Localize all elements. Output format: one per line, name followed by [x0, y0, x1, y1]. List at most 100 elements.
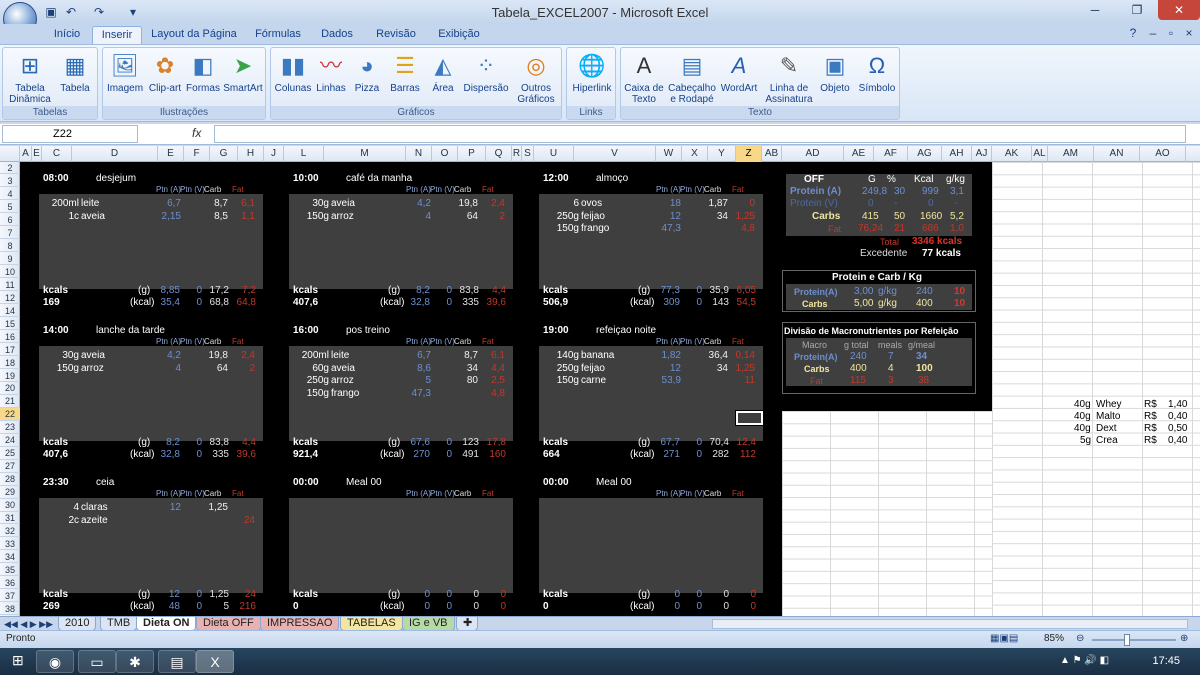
zoom-slider-thumb[interactable]	[1124, 634, 1130, 646]
col-header[interactable]: AJ	[972, 146, 992, 162]
area-button[interactable]: ◭ Área	[425, 52, 461, 94]
sheet-tab-active[interactable]: Dieta ON	[136, 617, 197, 631]
formula-input[interactable]	[214, 125, 1186, 143]
col-header[interactable]: Q	[486, 146, 512, 162]
row-header[interactable]: 27	[0, 460, 20, 473]
col-header[interactable]: U	[534, 146, 574, 162]
tab-dados[interactable]: Dados	[314, 26, 360, 44]
row-header[interactable]: 19	[0, 370, 20, 382]
meal-item-row[interactable]: 150g carne 53,9 11	[539, 375, 763, 387]
horizontal-scrollbar[interactable]	[712, 619, 1188, 629]
tabela-dinamica-button[interactable]: ⊞ Tabela Dinâmica	[7, 52, 53, 105]
zoom-level[interactable]: 85%	[1044, 633, 1064, 645]
empty-cells-area-lower[interactable]	[782, 411, 992, 616]
empty-cells-area[interactable]	[992, 162, 1200, 616]
col-header[interactable]: E	[158, 146, 184, 162]
row-header[interactable]: 25	[0, 447, 20, 460]
col-header[interactable]: L	[284, 146, 324, 162]
selected-cell[interactable]	[736, 411, 763, 425]
col-header[interactable]: AL	[1032, 146, 1048, 162]
col-header[interactable]: Y	[708, 146, 736, 162]
row-header[interactable]: 16	[0, 331, 20, 343]
col-header[interactable]: G	[210, 146, 238, 162]
barras-button[interactable]: ☰ Barras	[387, 52, 423, 94]
sheet-nav-icon[interactable]: ◀◀ ◀ ▶ ▶▶	[4, 618, 53, 630]
row-header[interactable]: 14	[0, 305, 20, 317]
row-header[interactable]: 28	[0, 473, 20, 486]
meal-item-row[interactable]: 250g arroz 5 80 2,5	[289, 375, 513, 387]
row-header[interactable]: 9	[0, 253, 20, 266]
col-header[interactable]: H	[238, 146, 264, 162]
zoom-in-icon[interactable]: ⊕	[1180, 633, 1188, 645]
col-header[interactable]: J	[264, 146, 284, 162]
col-header[interactable]: AB	[762, 146, 782, 162]
col-header[interactable]: E	[32, 146, 42, 162]
tab-exibicao[interactable]: Exibição	[432, 26, 486, 44]
row-header[interactable]: 38	[0, 603, 20, 616]
objeto-button[interactable]: ▣ Objeto	[817, 52, 853, 94]
row-header[interactable]: 23	[0, 421, 20, 434]
col-header[interactable]: X	[682, 146, 708, 162]
col-header[interactable]: P	[458, 146, 486, 162]
col-header[interactable]: AM	[1048, 146, 1094, 162]
row-header[interactable]: 32	[0, 525, 20, 538]
help-icon[interactable]: ?	[1126, 26, 1140, 40]
row-header[interactable]: 22	[0, 408, 20, 421]
col-header[interactable]: M	[324, 146, 406, 162]
meal-item-row[interactable]: 140g banana 1,82 36,4 0,14	[539, 350, 763, 362]
col-header[interactable]: AE	[844, 146, 874, 162]
colunas-button[interactable]: ▮▮ Colunas	[273, 52, 313, 94]
meal-item-row[interactable]: 30g aveia 4,2 19,8 2,4	[39, 350, 263, 362]
meal-item-row[interactable]: 150g frango 47,3 4,8	[539, 223, 763, 235]
meal-item-row[interactable]: 150g arroz 4 64 2	[39, 363, 263, 375]
row-header[interactable]: 15	[0, 318, 20, 330]
row-header[interactable]: 4	[0, 188, 20, 201]
tab-formulas[interactable]: Fórmulas	[248, 26, 308, 44]
row-header[interactable]: 29	[0, 486, 20, 499]
row-header[interactable]: 8	[0, 240, 20, 253]
col-header[interactable]: AK	[992, 146, 1032, 162]
col-header[interactable]: S	[522, 146, 534, 162]
sheet-tab[interactable]: TMB	[100, 617, 138, 631]
row-header[interactable]: 6	[0, 214, 20, 227]
row-header[interactable]: 10	[0, 266, 20, 279]
windows-start-icon[interactable]: ⊞	[12, 653, 24, 667]
col-header[interactable]: AH	[942, 146, 972, 162]
row-header[interactable]: 33	[0, 538, 20, 551]
linhas-button[interactable]: 〰 Linhas	[313, 52, 349, 94]
row-header[interactable]: 11	[0, 279, 20, 292]
imagem-button[interactable]: 🖼 Imagem	[105, 52, 145, 94]
minimize-ribbon-icon[interactable]: –	[1146, 26, 1160, 40]
sheet-tab[interactable]: 2010	[58, 617, 97, 631]
dispersao-button[interactable]: ⁘ Dispersão	[461, 52, 511, 94]
row-header[interactable]: 36	[0, 577, 20, 590]
meal-item-row[interactable]: 200ml leite 6,7 8,7 6,1	[289, 350, 513, 362]
row-header[interactable]: 35	[0, 564, 20, 577]
col-header[interactable]: AD	[782, 146, 844, 162]
row-header[interactable]: 12	[0, 292, 20, 304]
col-header[interactable]: AG	[908, 146, 942, 162]
row-header[interactable]: 2	[0, 162, 20, 175]
col-header[interactable]: N	[406, 146, 432, 162]
explorer-icon[interactable]: ▭	[78, 650, 116, 673]
col-header[interactable]: R	[512, 146, 522, 162]
sheet-tab[interactable]: Dieta OFF	[196, 617, 261, 631]
col-header[interactable]: AO	[1140, 146, 1186, 162]
row-header[interactable]: 24	[0, 434, 20, 447]
tray-icons[interactable]: ▲ ⚑ 🔊 ◧	[1060, 655, 1109, 667]
app-icon[interactable]: ✱	[116, 650, 154, 673]
fx-button[interactable]: fx	[192, 126, 201, 140]
col-header[interactable]: D	[72, 146, 158, 162]
meal-item-row[interactable]: 200ml leite 6,7 8,7 6,1	[39, 198, 263, 210]
col-header[interactable]: O	[432, 146, 458, 162]
firefox-icon[interactable]: ◉	[36, 650, 74, 673]
tab-inicio[interactable]: Início	[44, 26, 90, 44]
tabela-button[interactable]: ▦ Tabela	[55, 52, 95, 94]
row-header[interactable]: 7	[0, 227, 20, 240]
outros-graficos-button[interactable]: ◎ Outros Gráficos	[513, 52, 559, 105]
maximize-button[interactable]: ❐	[1116, 0, 1158, 20]
select-all[interactable]	[0, 146, 20, 162]
col-header[interactable]: F	[184, 146, 210, 162]
formas-button[interactable]: ◧ Formas	[185, 52, 221, 94]
row-header[interactable]: 18	[0, 357, 20, 369]
